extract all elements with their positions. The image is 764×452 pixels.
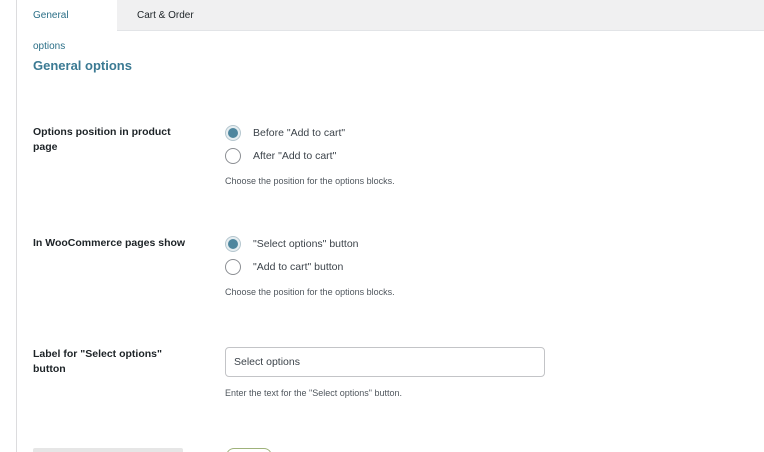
next-field-label-peek <box>33 448 193 452</box>
woocommerce-show-label: In WooCommerce pages show <box>33 237 186 249</box>
options-position-label: Options position in product page <box>33 126 171 153</box>
radio-before-add-to-cart[interactable]: Before "Add to cart" <box>225 124 345 142</box>
select-options-label-input[interactable] <box>225 347 545 377</box>
radio-after-add-to-cart[interactable]: After "Add to cart" <box>225 147 336 165</box>
radio-label: After "Add to cart" <box>253 150 337 162</box>
select-options-label-description: Enter the text for the "Select options" … <box>225 388 402 398</box>
next-toggle-peek[interactable] <box>226 448 272 452</box>
radio-button[interactable] <box>225 259 241 275</box>
radio-button-checked[interactable] <box>225 236 241 252</box>
woocommerce-show-description: Choose the position for the options bloc… <box>225 287 395 297</box>
radio-select-options-button[interactable]: "Select options" button <box>225 235 359 253</box>
section-title: General options <box>33 58 132 73</box>
content-left-border <box>16 0 17 452</box>
select-options-label-label: Label for "Select options" button <box>33 348 162 375</box>
tab-bar: General options Cart & Order <box>17 0 764 52</box>
radio-label: "Add to cart" button <box>253 261 344 273</box>
radio-button[interactable] <box>225 148 241 164</box>
tab-general-options[interactable]: General options <box>17 0 117 52</box>
radio-button-checked[interactable] <box>225 125 241 141</box>
radio-label: "Select options" button <box>253 238 359 250</box>
options-position-description: Choose the position for the options bloc… <box>225 176 395 186</box>
tab-cart-order[interactable]: Cart & Order <box>121 0 210 31</box>
radio-add-to-cart-button[interactable]: "Add to cart" button <box>225 258 343 276</box>
radio-label: Before "Add to cart" <box>253 127 346 139</box>
